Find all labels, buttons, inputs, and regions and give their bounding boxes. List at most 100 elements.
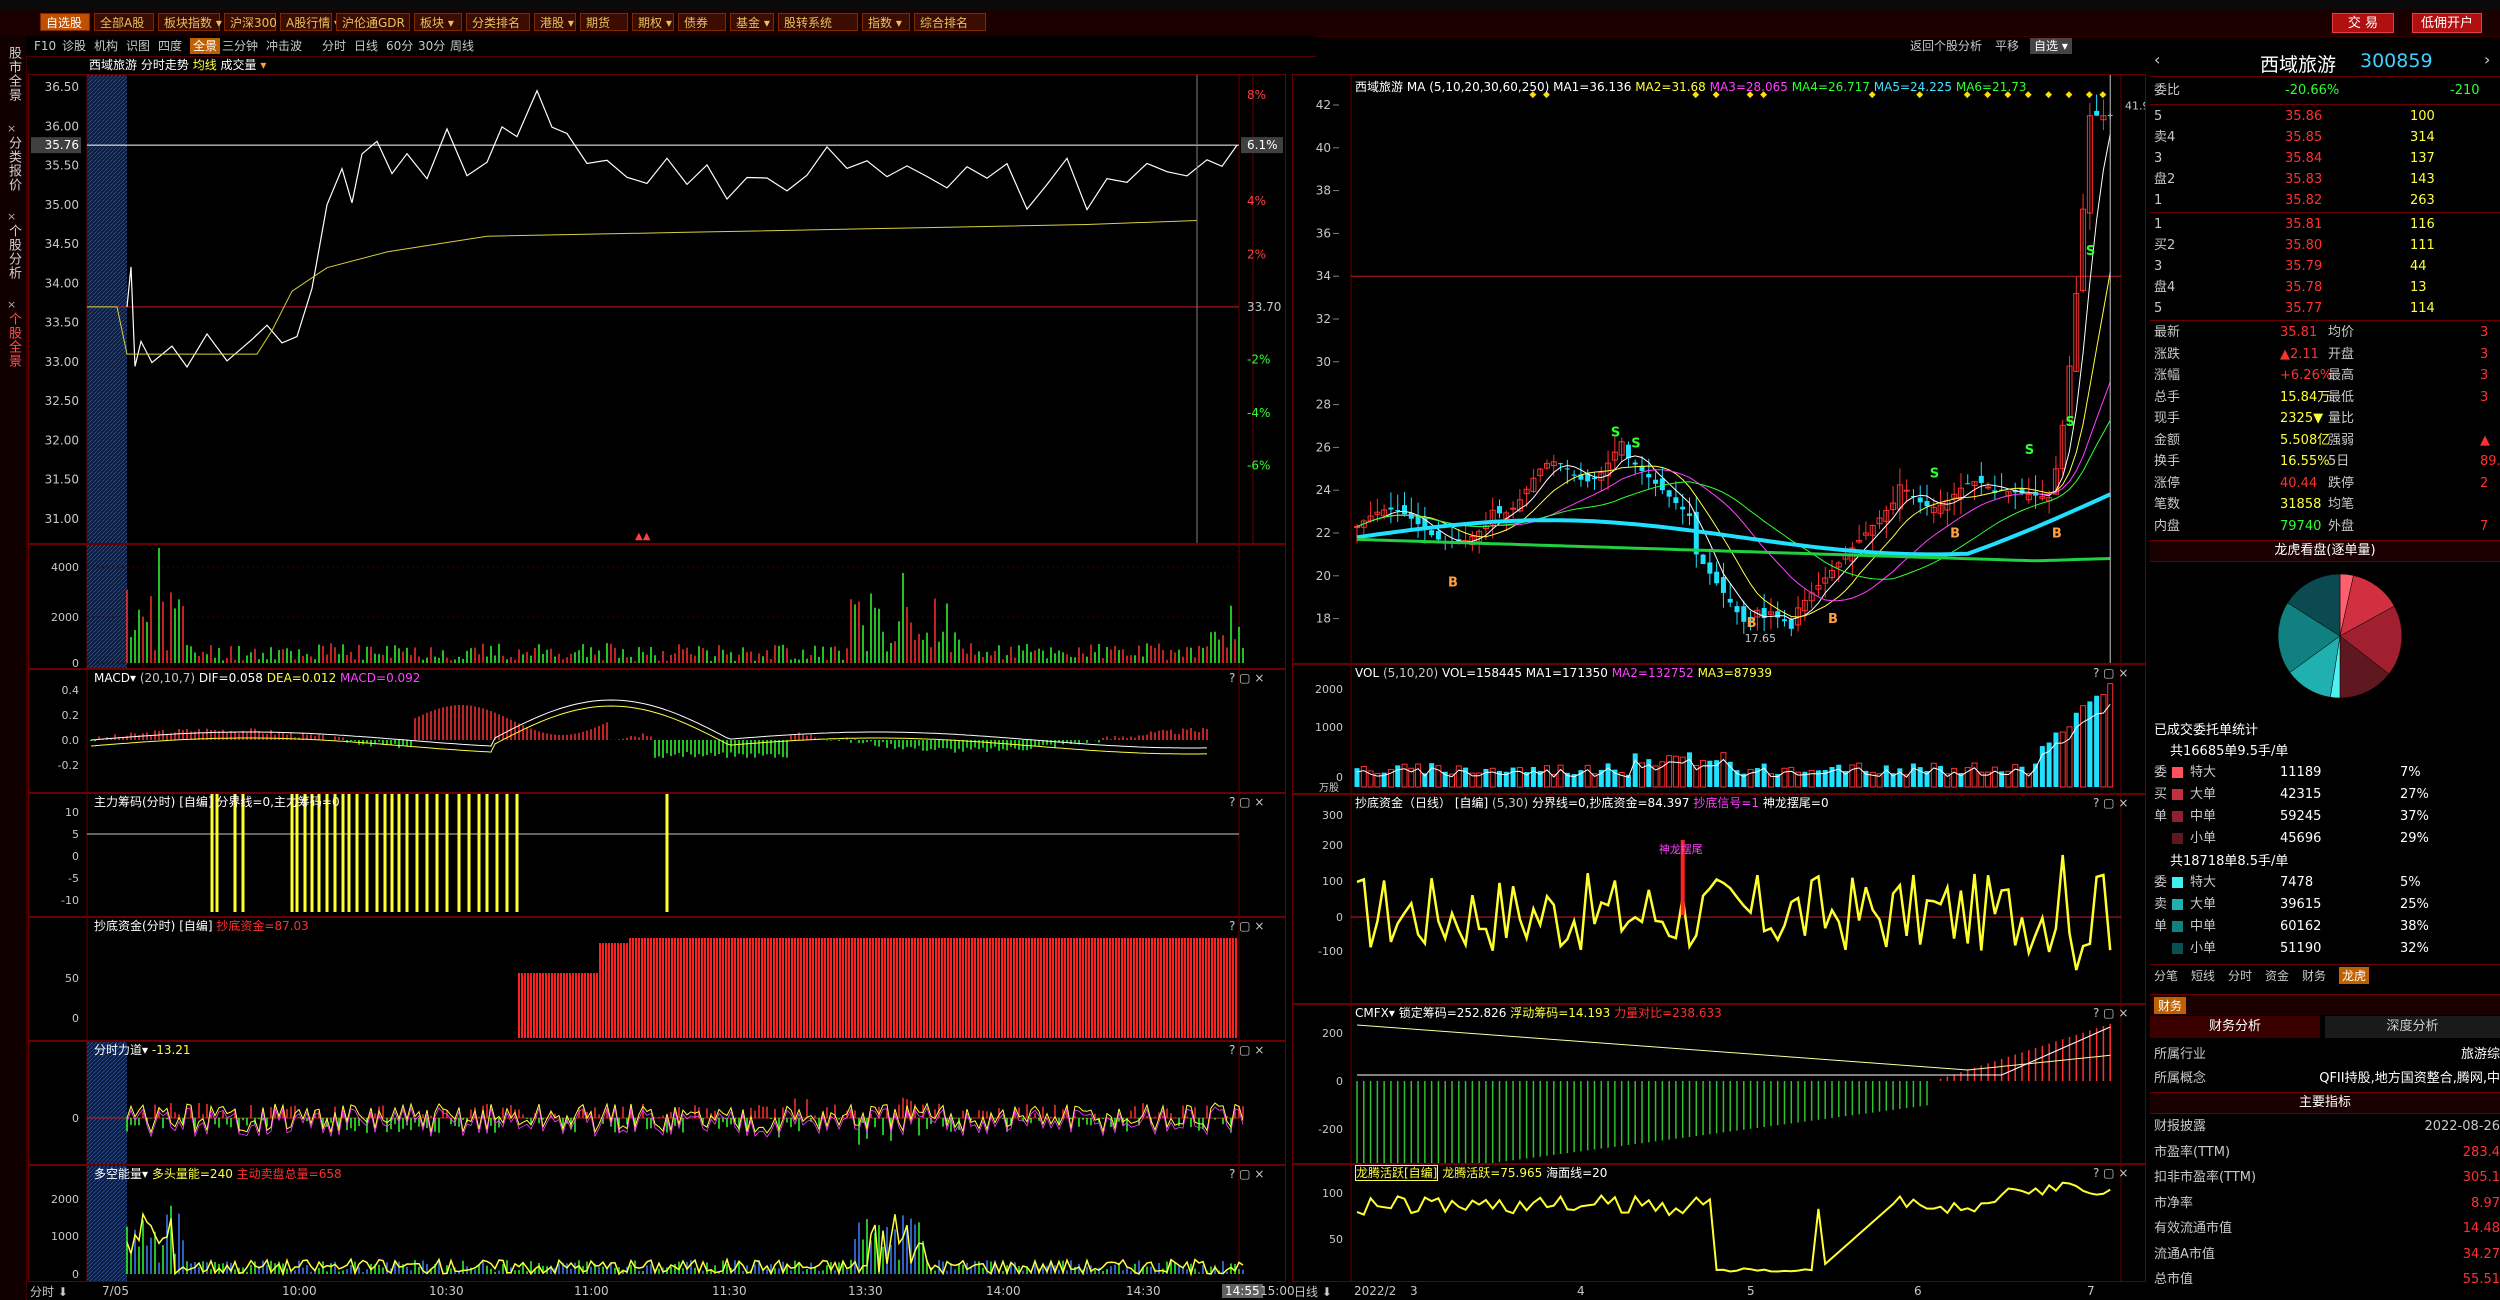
dropdown-icon[interactable]: ▾ (130, 671, 136, 685)
close-icon[interactable]: × (7, 210, 16, 223)
menu-button-2[interactable]: 板块指数 ▾ (158, 13, 222, 31)
sell-level-row[interactable]: 5 35.86 100 (2150, 106, 2500, 127)
menu-button-4[interactable]: A股行情 ▾ (280, 13, 340, 31)
sidebar-tab-stock-analysis[interactable]: 个股分析 (3, 224, 23, 280)
main-chips-panel[interactable]: 主力筹码(分时) [自编] 分界线=0,主力筹码=0 ? ▢ × 10 5 0 -5 -… (28, 793, 1286, 917)
menu-button-14[interactable]: 指数 ▾ (862, 13, 910, 31)
toolbar-item-4[interactable]: 四度 (158, 38, 182, 54)
menu-button-8[interactable]: 港股 ▾ (534, 13, 576, 31)
panel-controls[interactable]: ? ▢ × (1229, 1166, 1264, 1182)
trade-button[interactable]: 交 易 (2332, 13, 2394, 33)
toolbar-item-2[interactable]: 机构 (94, 38, 118, 54)
kline-high-label: 41.91 (2125, 99, 2145, 112)
panel-controls[interactable]: ? ▢ × (1229, 1042, 1264, 1058)
menu-button-0[interactable]: 自选股 (40, 13, 90, 31)
intraday-force-panel[interactable]: 分时力道▾ -13.21 ? ▢ × 0 (28, 1041, 1286, 1165)
dragon-active-panel[interactable]: 龙腾活跃[自编] 龙腾活跃=75.965 海面线=20 ? ▢ × 100 50 (1292, 1164, 2146, 1282)
dropdown-icon[interactable]: ▾ (142, 1167, 148, 1181)
panel-controls[interactable]: ? ▢ × (2093, 665, 2128, 681)
buy-level-row[interactable]: 买2 35.80 111 (2150, 235, 2500, 256)
buy-level-row[interactable]: 1 35.81 116 (2150, 214, 2500, 235)
time-axis-mode[interactable]: 分时 ⬇ (30, 1283, 68, 1300)
menu-button-3[interactable]: 沪深300 (224, 13, 277, 31)
deep-analysis-tab[interactable]: 深度分析 (2325, 1016, 2500, 1038)
buy-level-row[interactable]: 5 35.77 114 (2150, 298, 2500, 319)
watchlist-dropdown[interactable]: 自选 ▾ (2030, 38, 2072, 54)
buy-signal-marker: B (1950, 526, 1960, 541)
toolbar-item-8[interactable]: 分时 (322, 38, 346, 54)
kline-bottom-fund-panel[interactable]: 抄底资金（日线） [自编] (5,30) 分界线=0,抄底资金=84.397 抄… (1292, 794, 2146, 1004)
dragon-name[interactable]: 龙腾活跃[自编] (1355, 1165, 1439, 1181)
toolbar-item-5[interactable]: 全景 (190, 38, 221, 54)
quote-tab-5[interactable]: 龙虎 (2339, 967, 2370, 984)
menu-button-11[interactable]: 债券 (678, 13, 726, 31)
toolbar-item-0[interactable]: F10 (34, 38, 56, 54)
toolbar-item-3[interactable]: 识图 (126, 38, 150, 54)
bull-bear-energy-panel[interactable]: 多空能量▾ 多头量能=240 主动卖盘总量=658 ? ▢ × 2000 1000… (28, 1165, 1286, 1282)
menu-button-15[interactable]: 综合排名 (914, 13, 986, 31)
menu-button-13[interactable]: 股转系统 (778, 13, 858, 31)
menu-button-12[interactable]: 基金 ▾ (730, 13, 774, 31)
sidebar-tab-category-quotes[interactable]: 分类报价 (3, 136, 23, 192)
menu-button-5[interactable]: 沪伦通GDR (336, 13, 410, 31)
close-icon[interactable]: × (7, 122, 16, 135)
sidebar-tab-stock-panorama[interactable]: 个股全景 (3, 312, 23, 368)
kline-price-panel[interactable]: 西域旅游 MA (5,10,20,30,60,250) MA1=36.136 M… (1292, 74, 2157, 664)
quote-tab-1[interactable]: 短线 (2191, 967, 2215, 984)
menu-button-7[interactable]: 分类排名 (466, 13, 530, 31)
dropdown-icon[interactable]: ▾ (260, 58, 266, 72)
toolbar-item-1[interactable]: 诊股 (62, 38, 86, 54)
quote-tab-0[interactable]: 分笔 (2154, 967, 2178, 984)
toolbar-item-12[interactable]: 周线 (450, 38, 474, 54)
kline-volume-panel[interactable]: VOL (5,10,20) VOL=158445 MA1=171350 MA2=… (1292, 664, 2146, 794)
quote-tab-2[interactable]: 分时 (2228, 967, 2252, 984)
sidebar-tab-market-overview[interactable]: 股市全景 (3, 46, 23, 102)
panel-controls[interactable]: ? ▢ × (1229, 918, 1264, 934)
intraday-volume-panel[interactable]: 4000 2000 0 (28, 544, 1286, 670)
bottom-fund-name: 抄底资金(分时) (94, 919, 176, 933)
dropdown-icon[interactable]: ▾ (142, 1043, 148, 1057)
pan-button[interactable]: 平移 (1995, 38, 2019, 54)
quote-tab-4[interactable]: 财务 (2302, 967, 2326, 984)
toolbar-item-10[interactable]: 60分 (386, 38, 413, 54)
open-account-button[interactable]: 低佣开户 (2412, 13, 2482, 33)
menu-button-6[interactable]: 板块 ▾ (414, 13, 462, 31)
sell-level-row[interactable]: 盘2 35.83 143 (2150, 169, 2500, 190)
kline-bf-tick: 0 (1336, 911, 1343, 924)
panel-controls[interactable]: ? ▢ × (2093, 795, 2128, 811)
menu-button-10[interactable]: 期权 ▾ (632, 13, 674, 31)
kline-price-tick: 38 (1316, 184, 1331, 198)
panel-controls[interactable]: ? ▢ × (2093, 1165, 2128, 1181)
close-icon[interactable]: × (7, 298, 16, 311)
toolbar-item-7[interactable]: 冲击波 (266, 38, 302, 54)
sell-level-row[interactable]: 3 35.84 137 (2150, 148, 2500, 169)
fin-analysis-tab[interactable]: 财务分析 (2150, 1016, 2320, 1038)
entrust-pct: 38% (2400, 919, 2429, 934)
kline-toolbar: 返回个股分析 平移 自选 ▾ (1290, 36, 2150, 56)
intraday-price-panel[interactable]: 西域旅游 分时走势 均线 成交量 ▾ 36.50 36.00 35.76 35.50 3… (28, 58, 1286, 544)
buy-level-row[interactable]: 3 35.79 44 (2150, 256, 2500, 277)
buy-level-row[interactable]: 盘4 35.78 13 (2150, 277, 2500, 298)
quote-tab-3[interactable]: 资金 (2265, 967, 2289, 984)
menu-button-9[interactable]: 期货 (580, 13, 628, 31)
forward-chevron-icon[interactable]: › (2484, 50, 2490, 69)
ma5-value: MA5=24.225 (1873, 80, 1953, 94)
back-to-analysis-link[interactable]: 返回个股分析 (1910, 38, 1982, 54)
dragon-active-chart: 100 50 (1322, 1165, 2122, 1281)
back-chevron-icon[interactable]: ‹ (2154, 50, 2160, 69)
cmfx-panel[interactable]: CMFX▾ 锁定筹码=252.826 浮动筹码=14.193 力量对比=238.… (1292, 1004, 2146, 1181)
toolbar-item-9[interactable]: 日线 (354, 38, 378, 54)
macd-panel[interactable]: MACD▾ (20,10,7) DIF=0.058 DEA=0.012 MACD… (28, 669, 1286, 793)
panel-controls[interactable]: ? ▢ × (1229, 794, 1264, 810)
panel-controls[interactable]: ? ▢ × (2093, 1005, 2128, 1021)
toolbar-item-6[interactable]: 三分钟 (222, 38, 258, 54)
toolbar-item-11[interactable]: 30分 (418, 38, 445, 54)
sell-level-row[interactable]: 1 35.82 263 (2150, 190, 2500, 211)
panel-controls[interactable]: ? ▢ × (1229, 670, 1264, 686)
bottom-fund-intraday-panel[interactable]: 抄底资金(分时) [自编] 抄底资金=87.03 ? ▢ × 50 0 (28, 917, 1286, 1041)
dropdown-icon[interactable]: ▾ (1389, 1006, 1395, 1020)
menu-button-1[interactable]: 全部A股 (94, 13, 154, 31)
finance-tab[interactable]: 财务 (2154, 997, 2187, 1014)
date-axis-mode[interactable]: 日线 ⬇ (1294, 1283, 1332, 1300)
sell-level-row[interactable]: 卖4 35.85 314 (2150, 127, 2500, 148)
